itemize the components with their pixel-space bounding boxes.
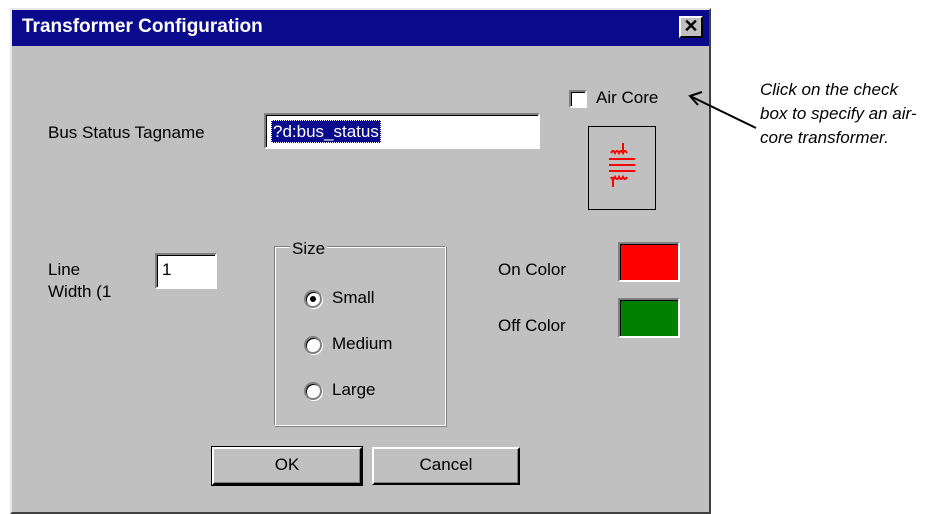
transformer-configuration-dialog: Transformer Configuration ✕ Air Core Bus… [10, 8, 711, 514]
size-group-legend: Size [290, 239, 328, 259]
bus-status-input[interactable]: ?d:bus_status [264, 113, 540, 149]
radio-medium-label[interactable]: Medium [332, 334, 392, 354]
line-width-label-1: Line [48, 260, 81, 279]
bus-status-label: Bus Status Tagname [48, 123, 205, 142]
air-core-checkbox[interactable] [569, 90, 587, 108]
ok-button[interactable]: OK [211, 446, 363, 486]
arrow-icon [688, 91, 757, 129]
radio-selected-dot [310, 296, 316, 302]
bus-status-value: ?d:bus_status [271, 120, 381, 143]
off-color-swatch[interactable] [618, 298, 680, 338]
off-color-label: Off Color [498, 316, 566, 335]
radio-small-label[interactable]: Small [332, 288, 375, 308]
annotation-text: Click on the check box to specify an air… [760, 80, 917, 147]
transformer-symbol-icon [609, 143, 635, 187]
radio-large[interactable] [304, 382, 322, 400]
line-width-label-2: Width (1 [48, 282, 112, 301]
on-color-label: On Color [498, 260, 567, 279]
line-width-input[interactable]: 1 [155, 253, 217, 289]
cancel-button[interactable]: Cancel [372, 447, 520, 485]
air-core-label[interactable]: Air Core [596, 88, 658, 108]
radio-small[interactable] [304, 290, 322, 308]
title-bar[interactable]: Transformer Configuration ✕ [12, 10, 709, 46]
close-icon: ✕ [683, 16, 699, 36]
on-color-swatch[interactable] [618, 242, 680, 282]
close-button[interactable]: ✕ [679, 16, 703, 38]
dialog-title: Transformer Configuration [22, 16, 263, 37]
transformer-preview [588, 126, 656, 210]
radio-medium[interactable] [304, 336, 322, 354]
radio-large-label[interactable]: Large [332, 380, 375, 400]
